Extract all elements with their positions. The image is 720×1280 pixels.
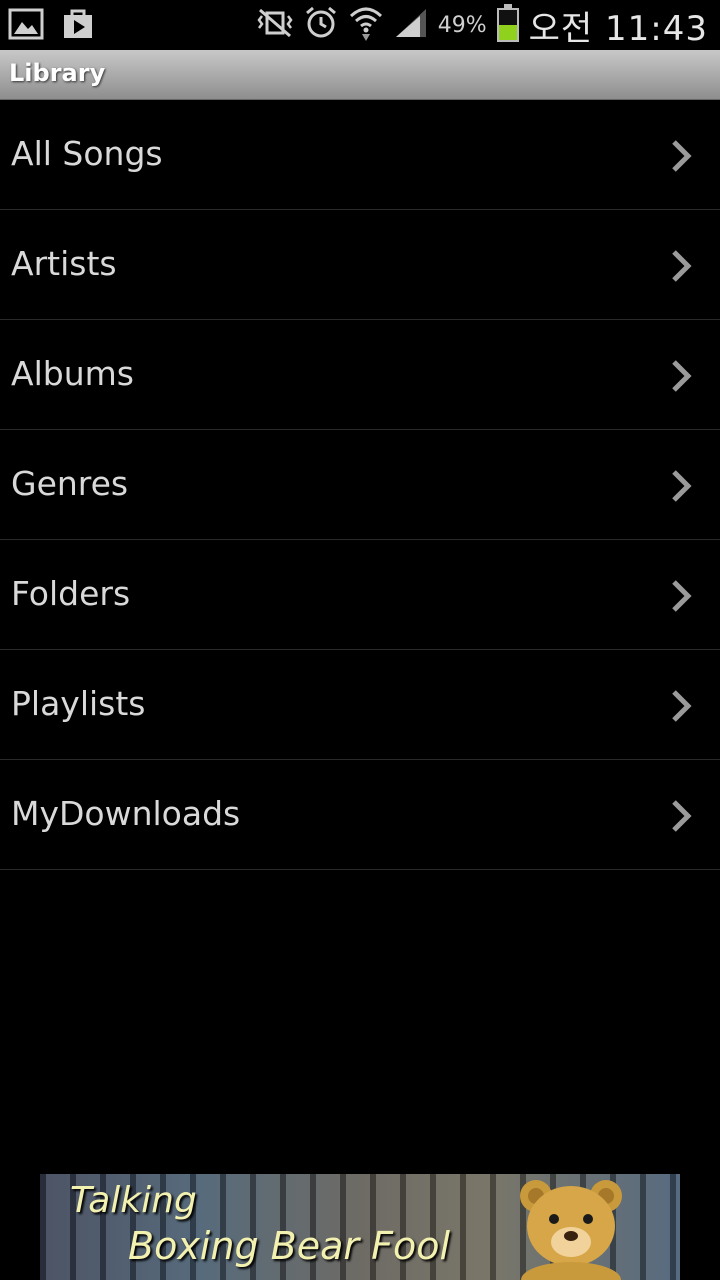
wifi-icon [348, 4, 384, 46]
list-item-label: Folders [11, 574, 131, 613]
list-item-label: Playlists [11, 684, 146, 723]
teddy-bear-image [520, 1180, 622, 1280]
chevron-right-icon [672, 140, 692, 172]
list-item-label: Genres [11, 464, 129, 503]
vibrate-mute-icon [256, 8, 294, 42]
battery-level-fill [498, 25, 517, 40]
status-bar: 49% 오전 11:43 [0, 0, 720, 50]
ad-banner[interactable]: Talking Boxing Bear Fool [40, 1174, 680, 1280]
battery-percent: 49% [437, 12, 487, 38]
library-list: All Songs Artists Albums Genres Folders … [0, 100, 720, 870]
chevron-right-icon [672, 360, 692, 392]
chevron-right-icon [672, 250, 692, 282]
list-item-label: Artists [11, 244, 117, 283]
list-item-all-songs[interactable]: All Songs [0, 100, 720, 210]
chevron-right-icon [672, 690, 692, 722]
play-store-icon [60, 7, 96, 45]
list-item-albums[interactable]: Albums [0, 320, 720, 430]
list-item-label: Albums [11, 354, 134, 393]
list-item-playlists[interactable]: Playlists [0, 650, 720, 760]
alarm-icon [304, 5, 338, 45]
title-bar: Library [0, 50, 720, 100]
list-item-label: MyDownloads [11, 794, 241, 833]
ad-title-line-2: Boxing Bear Fool [128, 1224, 450, 1268]
gallery-icon [8, 7, 44, 45]
list-item-mydownloads[interactable]: MyDownloads [0, 760, 720, 870]
list-item-label: All Songs [11, 134, 163, 173]
chevron-right-icon [672, 800, 692, 832]
chevron-right-icon [672, 580, 692, 612]
page-title: Library [9, 59, 106, 87]
list-item-genres[interactable]: Genres [0, 430, 720, 540]
clock: 오전 11:43 [528, 8, 708, 49]
list-item-folders[interactable]: Folders [0, 540, 720, 650]
battery-icon [496, 4, 519, 42]
list-item-artists[interactable]: Artists [0, 210, 720, 320]
chevron-right-icon [672, 470, 692, 502]
signal-icon [394, 7, 428, 43]
ad-title-line-1: Talking [70, 1180, 197, 1221]
